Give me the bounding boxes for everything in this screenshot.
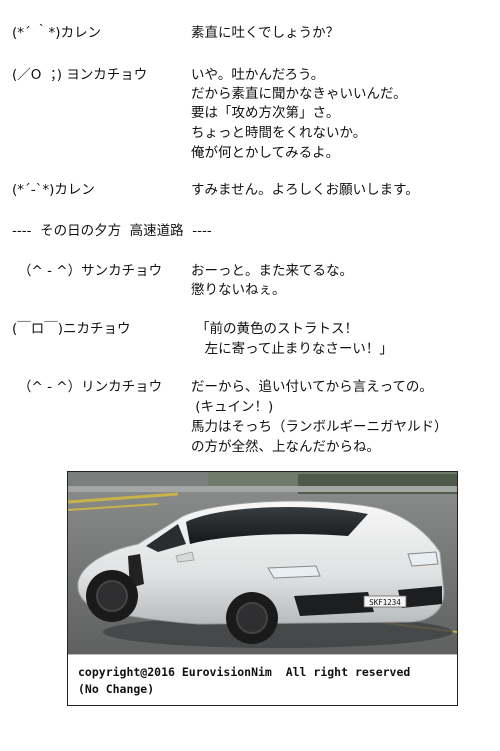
dialogue-line: 要は「攻め方次第」さ。 bbox=[191, 105, 340, 121]
speaker-karen-2: (*´-`*)カレン bbox=[12, 182, 95, 198]
dialogue-line: 左に寄って止まりなさーい！」 bbox=[196, 341, 393, 357]
dialogue-line: (キュイン！) bbox=[191, 399, 274, 415]
no-change-text: (No Change) bbox=[78, 682, 155, 696]
license-plate-text: SKF1234 bbox=[369, 598, 401, 607]
speaker-yonkacho: (／O ；) ヨンカチョウ bbox=[12, 67, 148, 83]
dialogue-line: だーから、追い付いてから言えっての。 bbox=[191, 379, 433, 395]
dialogue-line: 懲りないねぇ。 bbox=[191, 282, 286, 298]
dialogue-line: ちょっと時間をくれないか。 bbox=[191, 125, 367, 141]
scene-divider: ---- その日の夕方 高速道路 ---- bbox=[12, 223, 212, 239]
speaker-karen-1: (*´ ｀*)カレン bbox=[12, 25, 102, 41]
car-photo: SKF1234 copyright@2016 EurovisionNim All… bbox=[67, 471, 458, 706]
dialogue-line: 馬力はそっち（ランボルギーニガヤルド） bbox=[191, 419, 448, 435]
speaker-rinkacho: （^ - ^）リンカチョウ bbox=[18, 379, 163, 395]
dialogue-line: いや。吐かんだろう。 bbox=[191, 67, 325, 83]
photo-caption-box: copyright@2016 EurovisionNim All right r… bbox=[68, 654, 457, 705]
dialogue-line: 「前の黄色のストラトス！ bbox=[196, 321, 358, 337]
dialogue-line: 俺が何とかしてみるよ。 bbox=[191, 145, 340, 161]
lamborghini-gallardo-image: SKF1234 bbox=[68, 472, 457, 654]
copyright-text: copyright@2016 EurovisionNim All right r… bbox=[78, 665, 411, 679]
dialogue-line: だから素直に聞かなきゃいいんだ。 bbox=[191, 86, 407, 102]
speaker-nikacho: (￣ロ￣)ニカチョウ bbox=[12, 321, 131, 337]
speaker-sankacho: （^ - ^）サンカチョウ bbox=[18, 263, 163, 279]
dialogue-line: おーっと。また来てるな。 bbox=[191, 263, 353, 279]
dialogue-line: 素直に吐くでしょうか？ bbox=[191, 25, 340, 41]
dialogue-line: の方が全然、上なんだからね。 bbox=[191, 439, 380, 455]
dialogue-line: すみません。よろしくお願いします。 bbox=[191, 182, 419, 198]
